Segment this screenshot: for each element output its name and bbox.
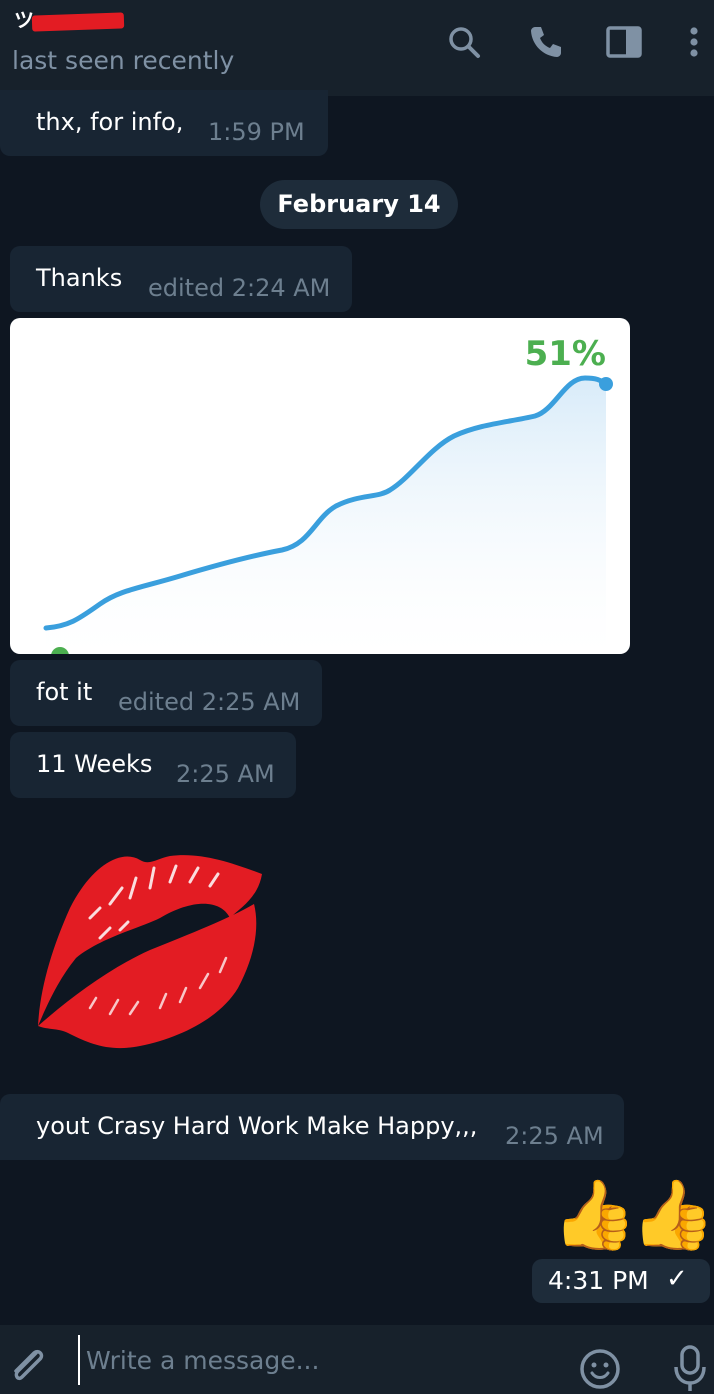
chat-header: ツ last seen recently bbox=[0, 0, 714, 96]
message-input[interactable] bbox=[78, 1335, 558, 1385]
message-composer bbox=[0, 1325, 714, 1394]
message-bubble[interactable]: fot it edited 2:25 AM bbox=[10, 660, 322, 726]
more-icon[interactable] bbox=[674, 22, 714, 62]
outgoing-time-badge: 4:31 PM ✓ bbox=[532, 1259, 710, 1303]
last-seen-status: last seen recently bbox=[12, 46, 235, 75]
message-bubble[interactable]: 11 Weeks 2:25 AM bbox=[10, 732, 296, 798]
chart-percent-label: 51% bbox=[524, 334, 606, 374]
message-bubble[interactable]: Thanks edited 2:24 AM bbox=[10, 246, 352, 312]
thumbs-up-sticker[interactable]: 👍👍 bbox=[552, 1176, 714, 1256]
date-separator: February 14 bbox=[260, 180, 458, 229]
sent-check-icon: ✓ bbox=[666, 1264, 688, 1294]
microphone-icon[interactable] bbox=[668, 1343, 712, 1391]
message-bubble[interactable]: yout Crasy Hard Work Make Happy,,, 2:25 … bbox=[0, 1094, 624, 1160]
attach-icon[interactable] bbox=[6, 1343, 50, 1387]
search-icon[interactable] bbox=[444, 22, 484, 62]
redaction-mark bbox=[31, 12, 125, 32]
message-bubble[interactable]: thx, for info, 1:59 PM bbox=[0, 90, 328, 156]
emoji-icon[interactable] bbox=[578, 1347, 622, 1391]
chart-end-point bbox=[599, 377, 613, 391]
red-lips-sticker[interactable] bbox=[30, 838, 270, 1054]
phone-icon[interactable] bbox=[526, 22, 566, 62]
chart-image[interactable]: 51% bbox=[10, 318, 630, 654]
sidebar-toggle-icon[interactable] bbox=[604, 22, 644, 62]
